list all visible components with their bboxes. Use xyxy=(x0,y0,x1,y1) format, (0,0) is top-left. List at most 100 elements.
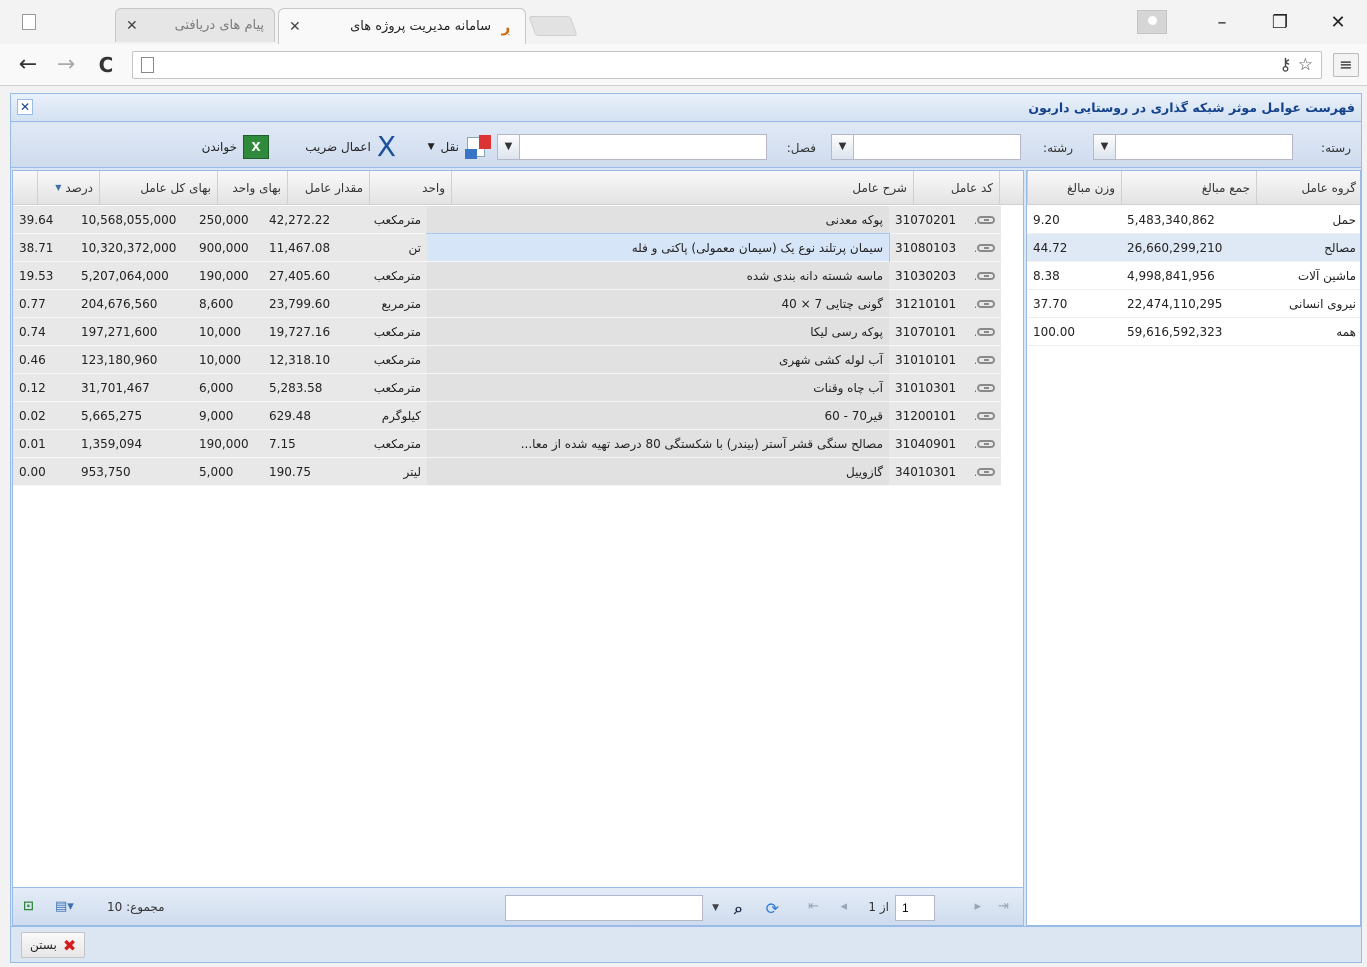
link-cell[interactable] xyxy=(975,318,1001,346)
link-icon[interactable] xyxy=(977,216,995,224)
link-cell[interactable] xyxy=(975,458,1001,486)
chevron-down-icon[interactable]: ▼ xyxy=(712,903,719,913)
code-cell: 34010301 xyxy=(889,458,975,486)
columns-menu-icon[interactable]: ▤▾ xyxy=(55,899,74,914)
browser-toolbar: ← → C ⚷ ☆ ≡ xyxy=(0,44,1367,86)
link-icon[interactable] xyxy=(977,356,995,364)
table-row[interactable]: مصالح 26,660,299,210 44.72 xyxy=(1027,234,1360,262)
group-cell: همه xyxy=(1256,318,1360,346)
prev-page-icon[interactable]: ◂ xyxy=(840,899,847,914)
chevron-down-icon[interactable]: ▼ xyxy=(832,135,854,159)
column-header[interactable]: بهای کل عامل xyxy=(99,171,217,205)
column-header[interactable]: کد عامل xyxy=(913,171,999,205)
table-row[interactable]: 31010101 آب لوله کشی شهری مترمکعب 12,318.10… xyxy=(13,346,1001,374)
description-cell: پوکه معدنی xyxy=(427,206,889,234)
chevron-down-icon[interactable]: ▼ xyxy=(428,142,435,152)
tab-inbox[interactable]: پیام های دریافتی ✕ xyxy=(115,8,275,42)
chevron-down-icon[interactable]: ▼ xyxy=(1094,135,1116,159)
grid-body: 31070201 پوکه معدنی مترمکعب 42,272.22 250,00… xyxy=(13,206,1001,486)
next-page-icon[interactable]: ▸ xyxy=(974,899,981,914)
refresh-icon[interactable]: ⟳ xyxy=(766,899,779,918)
column-header[interactable]: وزن مبالغ xyxy=(1027,171,1121,205)
link-icon[interactable] xyxy=(977,412,995,420)
table-row[interactable]: 31070201 پوکه معدنی مترمکعب 42,272.22 250,00… xyxy=(13,206,1001,234)
table-row[interactable]: 31010301 آب چاه وقنات مترمکعب 5,283.58 6,000… xyxy=(13,374,1001,402)
link-icon[interactable] xyxy=(977,384,995,392)
footer-bar: ✖ بستن xyxy=(11,926,1361,962)
close-icon[interactable]: ✕ xyxy=(126,18,138,34)
search-icon[interactable]: ⌕ xyxy=(734,899,743,919)
column-header[interactable]: گروه عامل xyxy=(1256,171,1360,205)
search-input[interactable] xyxy=(505,895,703,921)
link-icon[interactable] xyxy=(977,328,995,336)
table-row[interactable]: 31070101 پوکه رسی لیکا مترمکعب 19,727.16 10,… xyxy=(13,318,1001,346)
table-row[interactable]: 31030203 ماسه شسته دانه بندی شده مترمکعب 27… xyxy=(13,262,1001,290)
close-icon[interactable]: ✕ xyxy=(17,99,33,115)
column-header-sorted[interactable]: درصد ▼ xyxy=(37,171,99,205)
link-icon[interactable] xyxy=(977,272,995,280)
fasl-combo[interactable]: ▼ xyxy=(497,134,767,160)
new-tab-button[interactable] xyxy=(528,16,578,36)
link-cell[interactable] xyxy=(975,290,1001,318)
column-header[interactable]: مقدار عامل xyxy=(287,171,369,205)
table-row[interactable]: 31080103 سیمان پرتلند نوع یک (سیمان معمول… xyxy=(13,233,1001,263)
link-icon[interactable] xyxy=(977,440,995,448)
grid-header: کد عامل شرح عامل واحد مقدار عامل بهای وا… xyxy=(13,171,1023,205)
reload-button[interactable]: C xyxy=(92,52,120,78)
unit-cell: مترمکعب xyxy=(345,374,427,402)
forward-button[interactable]: → xyxy=(52,52,80,78)
table-row[interactable]: 31040901 مصالح سنگی قشر آستر (بیندر) با ش… xyxy=(13,430,1001,458)
percent-cell: 0.12 xyxy=(13,374,75,402)
table-row[interactable]: 31200101 قیر70 - 60 کیلوگرم 629.48 9,000 5,66… xyxy=(13,402,1001,430)
table-row[interactable]: همه 59,616,592,323 100.00 xyxy=(1027,318,1360,346)
code-cell: 31040901 xyxy=(889,430,975,458)
table-row[interactable]: حمل 5,483,340,862 9.20 xyxy=(1027,206,1360,234)
reste-combo[interactable]: ▼ xyxy=(1093,134,1293,160)
link-cell[interactable] xyxy=(975,430,1001,458)
close-button[interactable]: ✖ بستن xyxy=(21,932,86,958)
minimize-button[interactable]: – xyxy=(1193,0,1251,44)
link-icon[interactable] xyxy=(977,244,995,252)
window-controls: – ❐ ✕ xyxy=(1137,0,1367,44)
apply-multiplier-button[interactable]: X اعمال ضریب xyxy=(305,133,396,161)
link-cell[interactable] xyxy=(975,206,1001,234)
table-row[interactable]: 31210101 گونی چتایی 7 × 40 مترمربع 23,799.6… xyxy=(13,290,1001,318)
link-cell[interactable] xyxy=(975,374,1001,402)
description-cell: ماسه شسته دانه بندی شده xyxy=(427,262,889,290)
tab-project-system[interactable]: ڔ سامانه مدیریت پروژه های ✕ xyxy=(278,8,526,44)
link-cell[interactable] xyxy=(975,402,1001,430)
percent-cell: 38.71 xyxy=(13,234,75,262)
table-row[interactable]: 34010301 گازوییل لیتر 190.75 5,000 953,750 0.0… xyxy=(13,458,1001,486)
menu-button[interactable]: ≡ xyxy=(1333,53,1359,77)
page-number-input[interactable] xyxy=(895,895,935,921)
transfer-button[interactable]: نقل ▼ xyxy=(428,133,491,161)
user-profile-icon[interactable] xyxy=(1137,10,1167,34)
restore-button[interactable]: ❐ xyxy=(1251,0,1309,44)
column-header[interactable]: واحد xyxy=(369,171,451,205)
close-icon[interactable]: ✕ xyxy=(289,19,301,35)
last-page-icon[interactable]: ⇥ xyxy=(998,899,1009,914)
link-cell[interactable] xyxy=(975,262,1001,290)
address-bar[interactable]: ⚷ ☆ xyxy=(132,51,1322,79)
star-icon[interactable]: ☆ xyxy=(1298,55,1313,75)
first-page-icon[interactable]: ⇤ xyxy=(808,899,819,914)
column-header[interactable]: جمع مبالغ xyxy=(1121,171,1256,205)
key-icon[interactable]: ⚷ xyxy=(1279,55,1291,75)
description-cell: آب چاه وقنات xyxy=(427,374,889,402)
link-icon[interactable] xyxy=(977,468,995,476)
group-cell: حمل xyxy=(1256,206,1360,234)
back-button[interactable]: ← xyxy=(14,52,42,78)
reshte-combo[interactable]: ▼ xyxy=(831,134,1021,160)
read-excel-button[interactable]: X خواندن xyxy=(202,133,269,161)
link-icon[interactable] xyxy=(977,300,995,308)
percent-cell: 0.01 xyxy=(13,430,75,458)
column-header[interactable]: شرح عامل xyxy=(451,171,913,205)
link-cell[interactable] xyxy=(975,234,1001,262)
close-window-button[interactable]: ✕ xyxy=(1309,0,1367,44)
table-row[interactable]: نیروی انسانی 22,474,110,295 37.70 xyxy=(1027,290,1360,318)
link-cell[interactable] xyxy=(975,346,1001,374)
table-row[interactable]: ماشین آلات 4,998,841,956 8.38 xyxy=(1027,262,1360,290)
column-header[interactable]: بهای واحد xyxy=(217,171,287,205)
chevron-down-icon[interactable]: ▼ xyxy=(498,135,520,159)
excel-export-icon[interactable]: ⊡ xyxy=(23,899,34,914)
